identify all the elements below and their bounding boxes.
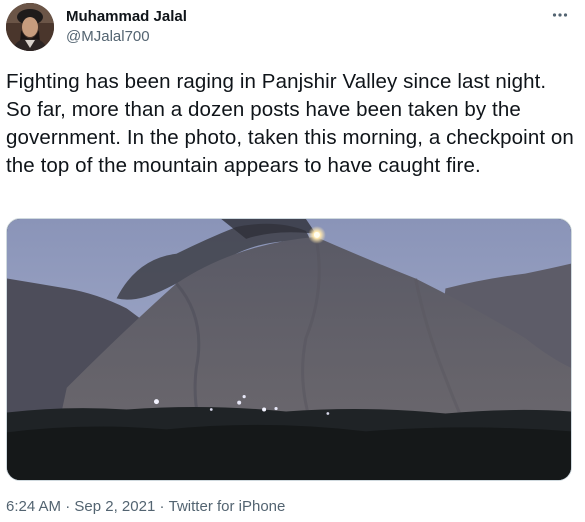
- author-name[interactable]: Muhammad Jalal: [66, 8, 187, 26]
- tweet-card: Muhammad Jalal @MJalal700 Fighting has b…: [0, 0, 585, 522]
- more-horizontal-icon: [552, 13, 568, 17]
- avatar-image: [6, 3, 54, 51]
- tweet-date[interactable]: Sep 2, 2021: [74, 498, 155, 516]
- author-handle[interactable]: @MJalal700: [66, 28, 150, 46]
- meta-separator: ·: [65, 498, 71, 515]
- mountain-photo: [7, 219, 571, 480]
- tweet-meta: 6:24 AM · Sep 2, 2021 · Twitter for iPho…: [6, 498, 285, 516]
- tweet-text: Fighting has been raging in Panjshir Val…: [6, 70, 574, 177]
- tweet-source[interactable]: Twitter for iPhone: [169, 498, 286, 516]
- avatar[interactable]: [6, 3, 54, 51]
- meta-separator: ·: [159, 498, 165, 515]
- tweet-time[interactable]: 6:24 AM: [6, 498, 61, 516]
- more-options-button[interactable]: [549, 4, 571, 26]
- tweet-photo[interactable]: [6, 218, 572, 481]
